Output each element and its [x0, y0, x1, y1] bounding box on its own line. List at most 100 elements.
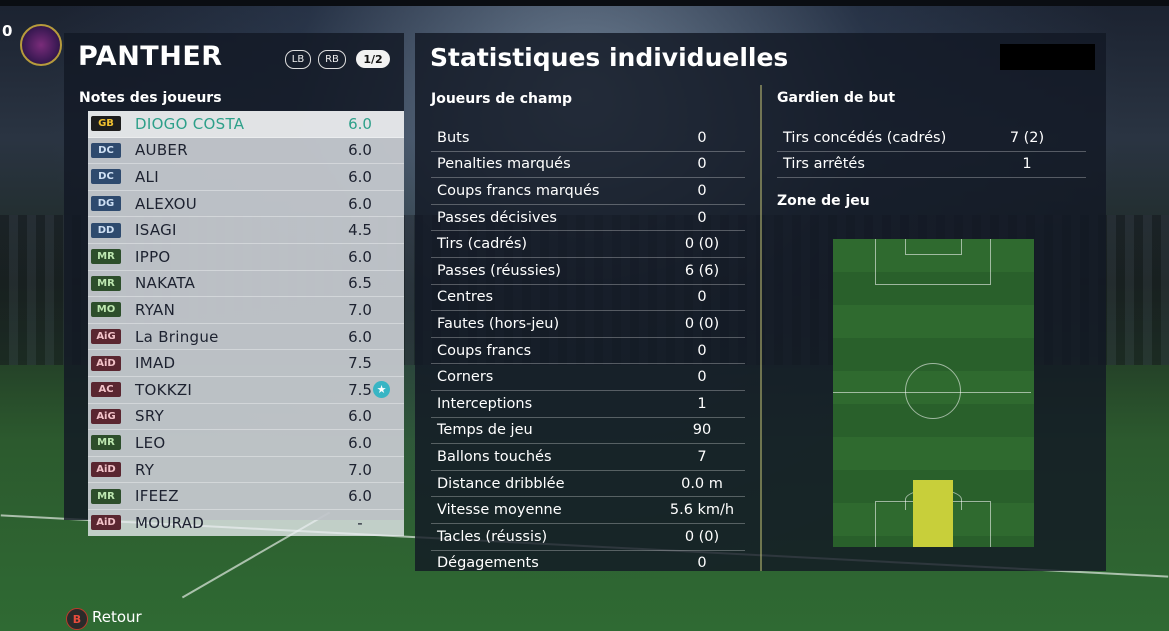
player-name: La Bringue — [135, 327, 219, 346]
team-ratings-panel: PANTHER LB RB 1/2 Notes des joueurs GB DI… — [64, 33, 404, 536]
player-rating: 7.5 — [348, 380, 372, 399]
outfield-title: Joueurs de champ — [431, 91, 573, 107]
stat-label: Passes (réussies) — [437, 262, 561, 279]
page-indicator: 1/2 — [356, 50, 390, 68]
player-rating: 6.0 — [348, 114, 372, 133]
player-rating: 7.0 — [348, 460, 372, 479]
player-name: MOURAD — [135, 513, 205, 532]
player-row[interactable]: GB DIOGO COSTA 6.0 — [88, 111, 404, 138]
player-row[interactable]: AiD RY 7.0 — [88, 457, 404, 484]
player-rating: 6.0 — [348, 433, 372, 452]
stat-value: 0 — [697, 182, 707, 199]
goalkeeper-title: Gardien de but — [777, 90, 896, 106]
player-row[interactable]: DC AUBER 6.0 — [88, 138, 404, 165]
stat-value: 0.0 m — [681, 475, 723, 492]
player-name: DIOGO COSTA — [135, 114, 245, 133]
stat-row: Ballons touchés 7 — [431, 444, 745, 471]
position-badge: MR — [91, 249, 121, 265]
player-name: AUBER — [135, 141, 188, 160]
player-name: TOKKZI — [135, 380, 193, 399]
player-row[interactable]: AiD IMAD 7.5 — [88, 350, 404, 377]
stat-row: Coups francs marqués 0 — [431, 178, 745, 205]
stat-label: Tirs concédés (cadrés) — [783, 129, 947, 146]
stat-row: Passes décisives 0 — [431, 205, 745, 232]
player-row[interactable]: AiG SRY 6.0 — [88, 404, 404, 431]
outfield-stats-list: Buts 0 Penalties marqués 0 Coups francs ma… — [431, 125, 745, 576]
stat-label: Vitesse moyenne — [437, 502, 562, 519]
stat-row: Corners 0 — [431, 364, 745, 391]
stat-row: Centres 0 — [431, 285, 745, 312]
zone-title: Zone de jeu — [777, 193, 870, 209]
player-row[interactable]: DD ISAGI 4.5 — [88, 217, 404, 244]
position-badge: MO — [91, 302, 121, 318]
position-badge: MR — [91, 488, 121, 504]
club-crest-icon — [20, 24, 62, 66]
position-badge: AiD — [91, 515, 121, 531]
stat-value: 1 — [1022, 156, 1032, 173]
stat-row: Penalties marqués 0 — [431, 152, 745, 179]
stat-label: Ballons touchés — [437, 448, 552, 465]
position-badge: MR — [91, 275, 121, 291]
stat-value: 7 (2) — [1009, 129, 1045, 146]
player-row[interactable]: DC ALI 6.0 — [88, 164, 404, 191]
stat-value: 0 — [697, 156, 707, 173]
individual-stats-panel: Statistiques individuelles Joueurs de ch… — [415, 33, 1106, 571]
stat-value: 1 — [697, 395, 707, 412]
player-row[interactable]: AiD MOURAD - — [88, 510, 404, 536]
position-badge: GB — [91, 116, 121, 132]
stat-label: Tacles (réussis) — [437, 528, 548, 545]
stat-label: Penalties marqués — [437, 156, 571, 173]
stat-value: 5.6 km/h — [669, 502, 735, 519]
player-row[interactable]: MR NAKATA 6.5 — [88, 271, 404, 298]
stat-row: Tirs arrêtés 1 — [777, 152, 1086, 179]
stat-label: Dégagements — [437, 555, 539, 572]
stat-value: 90 — [692, 422, 712, 439]
stat-row: Dégagements 0 — [431, 551, 745, 577]
b-button-icon[interactable]: B — [66, 608, 88, 630]
stat-row: Temps de jeu 90 — [431, 418, 745, 445]
position-badge: DD — [91, 222, 121, 238]
player-rating: 6.5 — [348, 274, 372, 293]
stat-label: Coups francs — [437, 342, 532, 359]
position-badge: AC — [91, 382, 121, 398]
player-name: IFEEZ — [135, 487, 179, 506]
heat-zone — [913, 480, 953, 547]
player-row[interactable]: AC TOKKZI 7.5 ★ — [88, 377, 404, 404]
player-row[interactable]: MR IFEEZ 6.0 — [88, 483, 404, 510]
stat-value: 0 — [697, 209, 707, 226]
divider — [760, 85, 762, 571]
position-badge: AiG — [91, 408, 121, 424]
lb-button[interactable]: LB — [285, 50, 311, 69]
player-name: RY — [135, 460, 155, 479]
ratings-title: Notes des joueurs — [79, 90, 222, 106]
rb-button[interactable]: RB — [318, 50, 346, 69]
player-name: ALEXOU — [135, 194, 197, 213]
stat-value: 6 (6) — [684, 262, 720, 279]
player-row[interactable]: MO RYAN 7.0 — [88, 297, 404, 324]
stat-label: Tirs (cadrés) — [437, 236, 528, 253]
stat-value: 0 — [697, 342, 707, 359]
stats-title: Statistiques individuelles — [430, 43, 789, 72]
stat-value: 0 (0) — [684, 315, 720, 332]
position-badge: DC — [91, 169, 121, 185]
player-row[interactable]: MR LEO 6.0 — [88, 430, 404, 457]
stat-row: Tirs (cadrés) 0 (0) — [431, 231, 745, 258]
player-name: SRY — [135, 407, 165, 426]
player-name: NAKATA — [135, 274, 196, 293]
player-row[interactable]: DG ALEXOU 6.0 — [88, 191, 404, 218]
back-label[interactable]: Retour — [92, 608, 142, 626]
stat-row: Passes (réussies) 6 (6) — [431, 258, 745, 285]
star-icon: ★ — [373, 380, 390, 398]
player-list: GB DIOGO COSTA 6.0 DC AUBER 6.0 DC ALI 6.0 DG A… — [88, 111, 404, 536]
stat-value: 0 — [697, 369, 707, 386]
stat-label: Coups francs marqués — [437, 182, 600, 199]
goal-area-top — [905, 239, 962, 255]
stat-value: 0 (0) — [684, 528, 720, 545]
stat-value: 0 — [697, 555, 707, 572]
stat-value: 0 — [697, 129, 707, 146]
player-rating: 6.0 — [348, 407, 372, 426]
player-rating: - — [357, 513, 363, 532]
player-row[interactable]: MR IPPO 6.0 — [88, 244, 404, 271]
player-row[interactable]: AiG La Bringue 6.0 — [88, 324, 404, 351]
heatmap-pitch — [833, 239, 1034, 547]
